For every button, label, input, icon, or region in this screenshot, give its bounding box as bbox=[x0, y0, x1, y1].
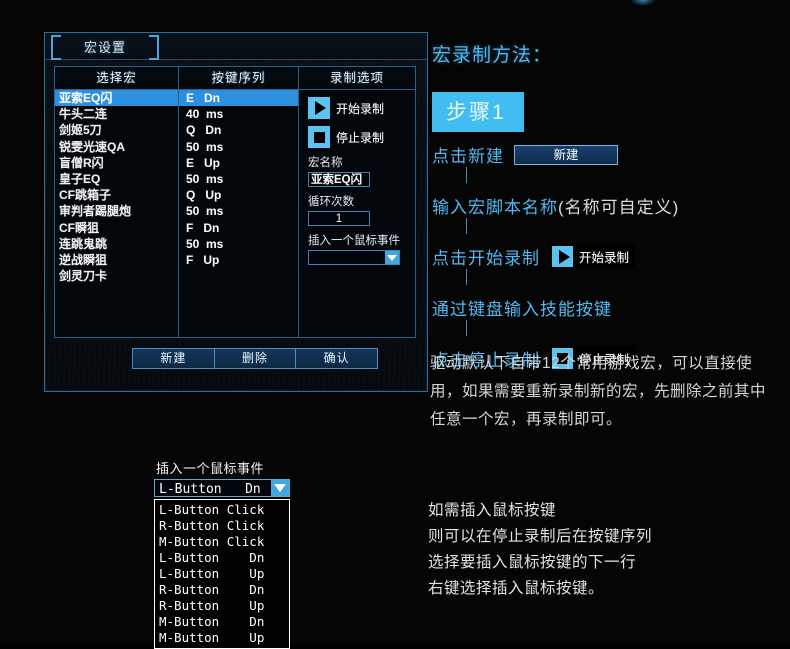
start-record-label: 开始录制 bbox=[336, 101, 385, 116]
guide-connector-3 bbox=[466, 269, 467, 285]
guide-connector-1 bbox=[466, 167, 467, 183]
chevron-down-icon[interactable] bbox=[271, 480, 289, 496]
column-header-select-macro: 选择宏 bbox=[55, 67, 178, 90]
guide-step-2-label: 输入宏脚本名称 bbox=[432, 198, 558, 217]
bottom-note: 如需插入鼠标按键 则可以在停止录制后在按键序列 选择要插入鼠标按键的下一行 右键… bbox=[428, 498, 768, 602]
key-sequence-item[interactable]: 40 ms bbox=[179, 106, 298, 122]
macro-list-item[interactable]: CF跳箱子 bbox=[55, 187, 178, 203]
macro-list-item[interactable]: 皇子EQ bbox=[55, 171, 178, 187]
guide-panel: 宏录制方法： 步骤1 点击新建 新建 输入宏脚本名称(名称可自定义) 点击开始录… bbox=[432, 40, 782, 371]
record-options-body: 开始录制 停止录制 宏名称 亚索EQ闪 循环次数 1 插入一个鼠标事件 bbox=[299, 90, 415, 337]
mouse-event-select[interactable]: L-Button Dn bbox=[154, 479, 290, 497]
key-sequence-item[interactable]: E Up bbox=[179, 155, 298, 171]
key-sequence-item[interactable]: 50 ms bbox=[179, 236, 298, 252]
mouse-event-option[interactable]: L-Button Dn bbox=[155, 550, 289, 566]
guide-step-4: 通过键盘输入技能按键 bbox=[432, 295, 782, 320]
macro-list-item[interactable]: 盲僧R闪 bbox=[55, 155, 178, 171]
column-header-record-options: 录制选项 bbox=[299, 67, 415, 90]
dialog-footer: 新建 删除 确认 bbox=[132, 348, 379, 369]
dialog-title: 宏设置 bbox=[83, 40, 126, 55]
start-record-button[interactable]: 开始录制 bbox=[308, 97, 415, 119]
loop-count-input[interactable]: 1 bbox=[308, 211, 370, 226]
bottom-note-line-4: 右键选择插入鼠标按键。 bbox=[428, 580, 605, 597]
key-sequence-item[interactable]: 50 ms bbox=[179, 171, 298, 187]
mouse-event-option[interactable]: M-Button Click bbox=[155, 534, 289, 550]
guide-step-3: 点击开始录制 开始录制 bbox=[432, 244, 782, 269]
guide-start-record-button[interactable]: 开始录制 bbox=[550, 244, 636, 269]
mouse-event-selected-value: L-Button Dn bbox=[159, 482, 261, 497]
key-sequence-list[interactable]: E Dn 40 ms Q Dn 50 ms E Up 50 ms Q Up 50 ms F Dn… bbox=[179, 90, 298, 337]
bottom-note-line-2: 则可以在停止录制后在按键序列 bbox=[428, 528, 653, 545]
macro-name-input[interactable]: 亚索EQ闪 bbox=[308, 172, 370, 187]
loop-count-label: 循环次数 bbox=[308, 196, 354, 208]
macro-list-item[interactable]: 剑姬5刀 bbox=[55, 122, 178, 138]
mouse-event-option[interactable]: M-Button Dn bbox=[155, 614, 289, 630]
macro-list-item[interactable]: 牛头二连 bbox=[55, 106, 178, 122]
column-select-macro: 选择宏 亚索EQ闪 牛头二连 剑姬5刀 锐雯光速QA 盲僧R闪 皇子EQ CF跳箱子 审判者踢… bbox=[55, 67, 179, 337]
column-key-sequence: 按键序列 E Dn 40 ms Q Dn 50 ms E Up 50 ms Q Up 50 m… bbox=[179, 67, 299, 337]
mouse-event-popup: 插入一个鼠标事件 L-Button Dn L-Button Click R-But… bbox=[154, 458, 290, 649]
key-sequence-item[interactable]: F Dn bbox=[179, 220, 298, 236]
macro-list-item[interactable]: 审判者踢腿炮 bbox=[55, 203, 178, 219]
guide-connector-2 bbox=[466, 218, 467, 234]
key-sequence-item[interactable]: 50 ms bbox=[179, 203, 298, 219]
mouse-event-option-list[interactable]: L-Button Click R-Button Click M-Button Cli… bbox=[154, 499, 290, 649]
new-button[interactable]: 新建 bbox=[132, 348, 215, 369]
step-badge: 步骤1 bbox=[432, 92, 524, 132]
macro-list-item[interactable]: 连跳鬼跳 bbox=[55, 236, 178, 252]
tab-macro-settings[interactable]: 宏设置 bbox=[51, 33, 159, 60]
bottom-note-line-1: 如需插入鼠标按键 bbox=[428, 502, 557, 519]
macro-name-label: 宏名称 bbox=[308, 157, 343, 169]
top-cutoff-decoration bbox=[630, 0, 656, 6]
stop-record-label: 停止录制 bbox=[336, 130, 385, 145]
macro-settings-dialog: 宏设置 选择宏 亚索EQ闪 牛头二连 剑姬5刀 锐雯光速QA 盲僧R闪 皇子EQ CF跳箱子… bbox=[44, 32, 428, 392]
guide-connector-4 bbox=[466, 320, 467, 336]
mouse-event-option[interactable]: R-Button Click bbox=[155, 518, 289, 534]
confirm-button[interactable]: 确认 bbox=[295, 348, 379, 369]
key-sequence-item[interactable]: 50 ms bbox=[179, 139, 298, 155]
guide-start-record-label: 开始录制 bbox=[579, 251, 630, 265]
guide-title: 宏录制方法： bbox=[432, 45, 553, 66]
key-sequence-item[interactable]: F Up bbox=[179, 252, 298, 268]
guide-step-2-note: (名称可自定义) bbox=[558, 198, 680, 217]
dialog-titlebar: 宏设置 bbox=[45, 33, 427, 60]
delete-button[interactable]: 删除 bbox=[213, 348, 297, 369]
mouse-event-popup-title: 插入一个鼠标事件 bbox=[156, 461, 265, 476]
play-icon bbox=[308, 97, 330, 119]
macro-list[interactable]: 亚索EQ闪 牛头二连 剑姬5刀 锐雯光速QA 盲僧R闪 皇子EQ CF跳箱子 审判者踢腿炮 CF… bbox=[55, 90, 178, 337]
play-icon bbox=[552, 246, 573, 267]
guide-step-4-label: 通过键盘输入技能按键 bbox=[432, 300, 612, 319]
macro-list-item[interactable]: 剑灵刀卡 bbox=[55, 268, 178, 284]
insert-mouse-event-select[interactable] bbox=[308, 250, 400, 265]
mouse-event-option[interactable]: L-Button Up bbox=[155, 566, 289, 582]
guide-new-button[interactable]: 新建 bbox=[514, 144, 618, 165]
column-record-options: 录制选项 开始录制 停止录制 宏名称 亚索EQ闪 循环次数 1 插入一个鼠标事件 bbox=[299, 67, 415, 337]
stop-record-button[interactable]: 停止录制 bbox=[308, 126, 415, 148]
bottom-note-line-3: 选择要插入鼠标按键的下一行 bbox=[428, 554, 637, 571]
macro-list-item[interactable]: 逆战瞬狙 bbox=[55, 252, 178, 268]
mouse-event-option[interactable]: M-Button Up bbox=[155, 630, 289, 646]
macro-panel: 选择宏 亚索EQ闪 牛头二连 剑姬5刀 锐雯光速QA 盲僧R闪 皇子EQ CF跳箱子 审判者踢… bbox=[54, 66, 416, 338]
insert-mouse-event-label: 插入一个鼠标事件 bbox=[308, 235, 400, 247]
column-header-key-sequence: 按键序列 bbox=[179, 67, 298, 90]
guide-step-3-label: 点击开始录制 bbox=[432, 249, 540, 268]
stop-icon bbox=[308, 126, 330, 148]
guide-step-2: 输入宏脚本名称(名称可自定义) bbox=[432, 193, 782, 218]
key-sequence-item[interactable]: Q Dn bbox=[179, 122, 298, 138]
mouse-event-option[interactable]: R-Button Dn bbox=[155, 582, 289, 598]
macro-list-item[interactable]: CF瞬狙 bbox=[55, 220, 178, 236]
macro-list-item[interactable]: 亚索EQ闪 bbox=[55, 90, 178, 107]
guide-step-1-label: 点击新建 bbox=[432, 147, 504, 166]
guide-step-1: 点击新建 新建 bbox=[432, 142, 782, 167]
macro-list-item[interactable]: 锐雯光速QA bbox=[55, 139, 178, 155]
guide-paragraph: 驱动默认下自带12个常用游戏宏，可以直接使用，如果需要重新录制新的宏，先删除之前… bbox=[430, 355, 767, 428]
chevron-down-icon[interactable] bbox=[385, 251, 399, 264]
mouse-event-option[interactable]: L-Button Click bbox=[155, 502, 289, 518]
mouse-event-option[interactable]: R-Button Up bbox=[155, 598, 289, 614]
key-sequence-item[interactable]: E Dn bbox=[179, 90, 298, 107]
key-sequence-item[interactable]: Q Up bbox=[179, 187, 298, 203]
